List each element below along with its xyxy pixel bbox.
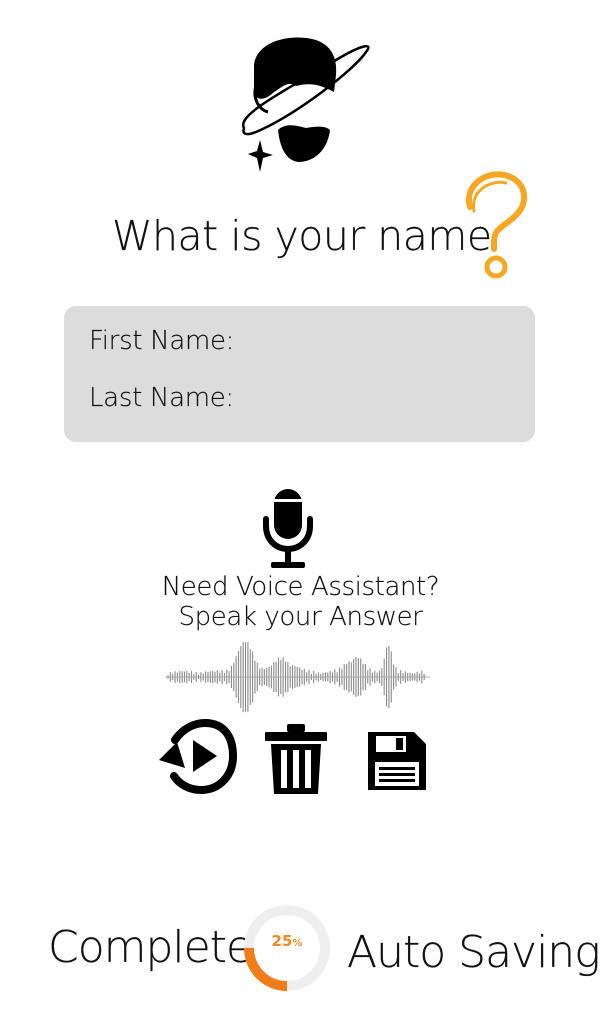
trash-icon[interactable]	[263, 722, 329, 796]
first-name-input[interactable]	[234, 326, 518, 362]
floppy-disk-icon[interactable]	[366, 730, 428, 792]
logo-icon	[241, 37, 370, 172]
question-mark-icon	[465, 171, 528, 279]
waveform-graphic	[165, 641, 430, 713]
voice-line-1: Need Voice Assistant?	[161, 572, 440, 602]
last-name-input[interactable]	[234, 383, 518, 419]
voice-assistant-text: Need Voice Assistant? Speak your Answer	[100, 572, 501, 632]
progress-unit: %	[292, 938, 303, 949]
last-name-label: Last Name:	[89, 383, 234, 413]
question-heading: What is your name	[0, 171, 601, 295]
progress-value: 25%	[241, 932, 333, 950]
question-title: What is your name	[112, 212, 492, 260]
replay-icon[interactable]	[155, 718, 237, 796]
voice-line-2: Speak your Answer	[178, 602, 423, 632]
microphone-icon[interactable]	[258, 486, 318, 572]
name-form-card: First Name: Last Name:	[64, 306, 535, 442]
progress-number: 25	[271, 932, 293, 950]
auto-saving-label: Auto Saving	[347, 927, 601, 978]
first-name-label: First Name:	[89, 326, 235, 356]
complete-label: Complete	[48, 922, 253, 973]
